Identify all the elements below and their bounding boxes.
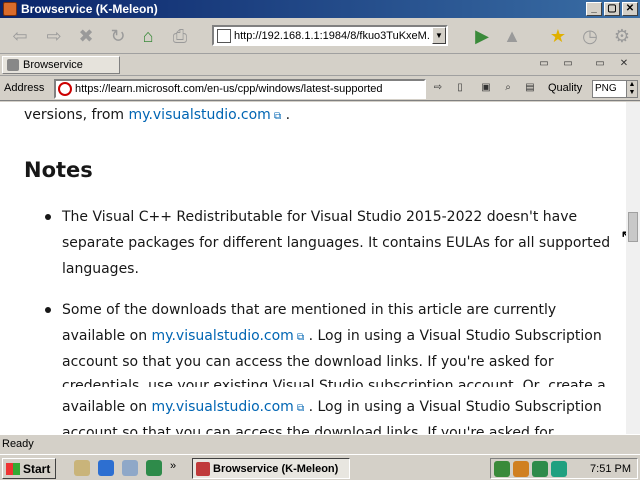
layer-icon[interactable]: ▭	[536, 57, 552, 73]
chevron-right-icon[interactable]: »	[170, 460, 176, 472]
visualstudio-link-1[interactable]: my.visualstudio.com	[129, 107, 271, 123]
address-input[interactable]: https://learn.microsoft.com/en-us/cpp/wi…	[54, 79, 426, 99]
url-combo-text: http://192.168.1.1:1984/8/fkuo3TuKxeM...	[234, 29, 430, 42]
k-meleon-tray-icon[interactable]	[532, 460, 548, 477]
scroll-thumb[interactable]	[628, 212, 638, 242]
clock: 7:51 PM	[590, 462, 631, 475]
vertical-scrollbar[interactable]	[626, 102, 640, 434]
bookmark-icon[interactable]: ▯	[452, 81, 468, 97]
window-title: Browservice (K-Meleon)	[21, 2, 158, 16]
show-desktop-icon[interactable]	[74, 460, 90, 476]
minimize-button[interactable]: _	[586, 2, 602, 16]
home-icon[interactable]: ⌂	[136, 24, 160, 48]
history-icon[interactable]: ◷	[578, 24, 602, 48]
tab-label: Browservice	[23, 59, 83, 71]
print-icon[interactable]: ⎙	[168, 24, 192, 48]
close-tab-icon[interactable]: ✕	[616, 57, 632, 73]
restore-layer-icon[interactable]: ▭	[560, 57, 576, 73]
text-login: . Log in using a Visual Studio Subscript…	[304, 328, 602, 344]
quality-select[interactable]: PNG ▲ ▼	[592, 80, 638, 98]
tray-app-icon[interactable]	[513, 460, 529, 477]
paragraph-versions: versions, from my.visualstudio.com ⧉ .	[24, 102, 290, 130]
network-icon[interactable]	[494, 460, 510, 477]
internet-explorer-icon[interactable]	[98, 460, 114, 476]
windows-explorer-icon[interactable]	[122, 460, 138, 476]
forward-arrow-icon[interactable]: ⇨	[42, 24, 66, 48]
duplicate-line-1: available on my.visualstudio.com ⧉ . Log…	[62, 394, 602, 422]
visualstudio-link-3[interactable]: my.visualstudio.com	[152, 399, 294, 415]
bullet-1-line-3: languages.	[62, 261, 139, 277]
star-icon[interactable]: ★	[546, 24, 570, 48]
address-bar: Address https://learn.microsoft.com/en-u…	[0, 77, 640, 101]
external-link-icon: ⧉	[293, 332, 305, 343]
volume-icon[interactable]	[551, 460, 567, 477]
new-layer-icon[interactable]: ▭	[592, 57, 608, 73]
taskbar-item-browservice[interactable]: Browservice (K-Meleon)	[192, 458, 350, 479]
text-available-dup: available on	[62, 399, 152, 415]
paste-icon[interactable]: ▤	[522, 81, 538, 97]
system-tray: 7:51 PM	[490, 458, 638, 479]
chevron-down-icon[interactable]: ▼	[432, 27, 446, 44]
up-arrow-icon[interactable]: ▲	[500, 24, 524, 48]
status-text: Ready	[2, 438, 34, 450]
close-button[interactable]: ✕	[622, 2, 638, 16]
go-icon[interactable]: ⇨	[430, 81, 446, 97]
visualstudio-link-2[interactable]: my.visualstudio.com	[152, 328, 294, 344]
url-combo[interactable]: http://192.168.1.1:1984/8/fkuo3TuKxeM...…	[212, 25, 448, 46]
start-label: Start	[23, 461, 51, 476]
address-label: Address	[4, 82, 45, 94]
spinner-icon[interactable]: ▲ ▼	[626, 81, 637, 97]
stop-icon[interactable]: ✖	[74, 24, 98, 48]
bullet-1-line-2: separate packages for different language…	[62, 235, 611, 251]
text-period: .	[281, 107, 291, 123]
find-icon[interactable]: ⌕	[500, 81, 516, 97]
bullet-1-line-1: The Visual C++ Redistributable for Visua…	[62, 209, 578, 225]
start-button[interactable]: Start	[2, 458, 56, 479]
k-meleon-app-icon[interactable]	[3, 2, 17, 16]
windows-logo-icon	[6, 462, 20, 475]
bullet-2	[45, 307, 51, 313]
bullet-2-line-4: credentials, use your existing Visual St…	[62, 378, 606, 387]
back-arrow-icon[interactable]: ⇦	[8, 24, 32, 48]
duplicate-line-2: account so that you can access the downl…	[62, 425, 554, 434]
bullet-2-line-1: Some of the downloads that are mentioned…	[62, 302, 557, 318]
external-link-icon: ⧉	[270, 111, 282, 122]
quality-label: Quality	[548, 82, 583, 94]
bullet-2-line-2: available on my.visualstudio.com ⧉ . Log…	[62, 323, 602, 351]
quality-value: PNG	[595, 83, 617, 94]
maximize-button[interactable]: ▢	[604, 2, 620, 16]
title-bar: Browservice (K-Meleon) _ ▢ ✕	[0, 0, 640, 18]
page-icon	[217, 28, 231, 43]
go-arrow-icon[interactable]: ▶	[470, 24, 494, 48]
insecure-icon	[58, 82, 72, 96]
bullet-1	[45, 214, 51, 220]
k-meleon-task-icon	[196, 461, 210, 476]
tab-bar: Browservice ▭ ▭ ▭ ✕	[0, 54, 640, 76]
tab-page-icon	[7, 59, 19, 71]
navigation-toolbar: ⇦ ⇨ ✖ ↻ ⌂ ⎙ http://192.168.1.1:1984/8/fk…	[0, 18, 640, 54]
bullet-2-line-3: account so that you can access the downl…	[62, 354, 554, 370]
gear-icon[interactable]: ⚙	[610, 24, 634, 48]
page-content: versions, from my.visualstudio.com ⧉ . N…	[0, 102, 626, 434]
external-link-icon: ⧉	[293, 403, 305, 414]
status-bar: Ready	[0, 434, 640, 453]
taskbar-item-label: Browservice (K-Meleon)	[213, 462, 339, 475]
clipboard-icon[interactable]: ▣	[478, 81, 494, 97]
text-login-dup: . Log in using a Visual Studio Subscript…	[304, 399, 602, 415]
notes-heading: Notes	[24, 158, 93, 182]
text-versions: versions, from	[24, 107, 129, 123]
reload-icon[interactable]: ↻	[106, 24, 130, 48]
taskbar: Start » Browservice (K-Meleon) 7:51 PM	[0, 454, 640, 480]
k-meleon-quicklaunch-icon[interactable]	[146, 460, 162, 476]
text-available: available on	[62, 328, 152, 344]
address-text: https://learn.microsoft.com/en-us/cpp/wi…	[75, 83, 383, 95]
tab-browservice[interactable]: Browservice	[2, 56, 120, 74]
